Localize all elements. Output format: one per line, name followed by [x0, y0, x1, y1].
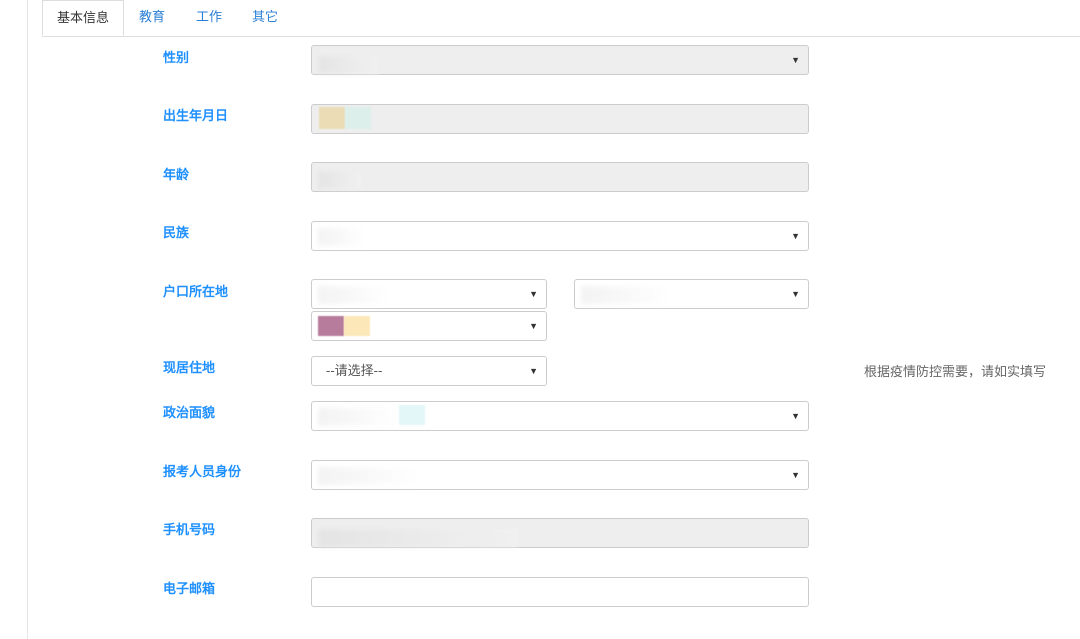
birth-date-field[interactable]	[311, 104, 809, 134]
birth-date-label: 出生年月日	[163, 108, 229, 123]
political-status-select[interactable]: ▼	[311, 401, 809, 431]
household-district-select[interactable]: ▼	[311, 311, 547, 341]
email-input[interactable]	[311, 577, 809, 607]
redacted-value	[581, 286, 671, 304]
email-label: 电子邮箱	[163, 581, 216, 596]
redacted-value	[318, 408, 398, 426]
phone-field[interactable]	[311, 518, 809, 548]
residence-note: 根据疫情防控需要，请如实填写	[864, 364, 1047, 379]
caret-down-icon: ▼	[791, 411, 800, 421]
applicant-identity-select[interactable]: ▼	[311, 460, 809, 490]
residence-selected-value: --请选择--	[326, 363, 383, 378]
caret-down-icon: ▼	[791, 231, 800, 241]
tab-bar: 基本信息 教育 工作 其它	[42, 0, 1080, 37]
caret-down-icon: ▼	[529, 321, 538, 331]
caret-down-icon: ▼	[791, 55, 800, 65]
household-label: 户口所在地	[163, 284, 229, 299]
redacted-swatch	[318, 316, 344, 336]
tab-education[interactable]: 教育	[139, 0, 165, 36]
age-label: 年龄	[163, 167, 190, 182]
tab-other[interactable]: 其它	[252, 0, 278, 36]
redacted-value	[318, 467, 418, 485]
gender-select[interactable]: ▼	[311, 45, 809, 75]
redacted-value	[318, 228, 364, 246]
redacted-value	[318, 56, 378, 74]
household-province-select[interactable]: ▼	[311, 279, 547, 309]
caret-down-icon: ▼	[791, 470, 800, 480]
household-city-select[interactable]: ▼	[574, 279, 809, 309]
ethnicity-select[interactable]: ▼	[311, 221, 809, 251]
redacted-value	[318, 171, 362, 189]
redacted-swatch	[345, 107, 371, 129]
ethnicity-label: 民族	[163, 225, 190, 240]
redacted-swatch	[344, 316, 370, 336]
caret-down-icon: ▼	[529, 289, 538, 299]
political-status-label: 政治面貌	[163, 405, 216, 420]
applicant-identity-label: 报考人员身份	[163, 464, 242, 479]
caret-down-icon: ▼	[529, 366, 538, 376]
tab-basic-info[interactable]: 基本信息	[42, 0, 125, 36]
residence-select[interactable]: --请选择-- ▼	[311, 356, 547, 386]
residence-label: 现居住地	[163, 360, 216, 375]
phone-label: 手机号码	[163, 522, 216, 537]
caret-down-icon: ▼	[791, 289, 800, 299]
redacted-swatch	[399, 405, 425, 425]
gender-label: 性别	[163, 50, 190, 65]
redacted-value	[318, 286, 388, 304]
age-field[interactable]	[311, 162, 809, 192]
redacted-swatch	[319, 107, 345, 129]
redacted-value	[318, 529, 518, 547]
tab-work[interactable]: 工作	[196, 0, 222, 36]
left-divider	[27, 0, 28, 639]
